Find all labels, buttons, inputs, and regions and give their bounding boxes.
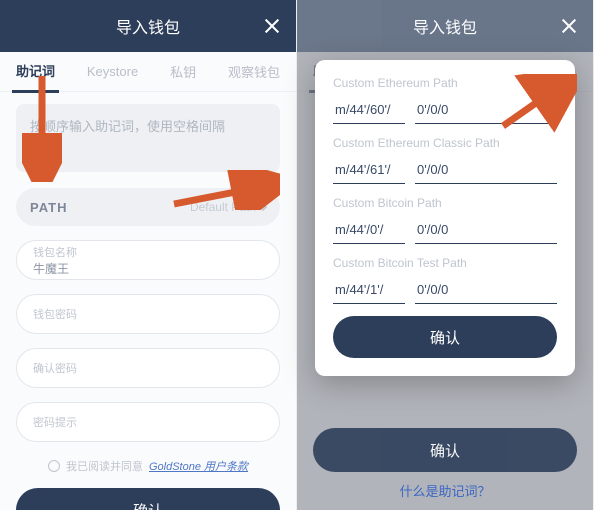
wallet-name-value: 牛魔王 bbox=[33, 260, 263, 277]
mnemonic-input[interactable]: 按顺序输入助记词，使用空格间隔 bbox=[16, 104, 280, 172]
path-selector[interactable]: PATH Default Path bbox=[16, 188, 280, 226]
header: 导入钱包 bbox=[297, 0, 593, 52]
screen-path-modal: 导入钱包 助记词 Keystore 私钥 观察钱包 确认 什么是助记词？ Cus… bbox=[297, 0, 594, 510]
wallet-password-label: 钱包密码 bbox=[33, 306, 263, 322]
tab-privatekey[interactable]: 私钥 bbox=[166, 52, 200, 91]
path-prefix-input[interactable]: m/44'/61'/ bbox=[333, 158, 405, 184]
path-value-text: Default Path bbox=[190, 200, 256, 214]
path-group-etc: Custom Ethereum Classic Path m/44'/61'/ … bbox=[333, 136, 557, 184]
path-modal: Custom Ethereum Path m/44'/60'/ 0'/0/0 C… bbox=[315, 60, 575, 376]
path-title: Custom Bitcoin Test Path bbox=[333, 256, 557, 270]
close-icon[interactable] bbox=[262, 16, 282, 36]
path-label: PATH bbox=[30, 200, 67, 215]
screen-import-wallet: 导入钱包 助记词 Keystore 私钥 观察钱包 按顺序输入助记词，使用空格间… bbox=[0, 0, 297, 510]
path-group-bitcoin: Custom Bitcoin Path m/44'/0'/ 0'/0/0 bbox=[333, 196, 557, 244]
password-hint-label: 密码提示 bbox=[33, 414, 263, 430]
path-suffix-input[interactable]: 0'/0/0 bbox=[415, 218, 557, 244]
terms-link[interactable]: GoldStone 用户条款 bbox=[149, 458, 248, 474]
confirm-password-label: 确认密码 bbox=[33, 360, 263, 376]
close-icon[interactable] bbox=[559, 16, 579, 36]
radio-icon[interactable] bbox=[48, 460, 60, 472]
path-suffix-input[interactable]: 0'/0/0 bbox=[415, 278, 557, 304]
path-group-bitcoin-test: Custom Bitcoin Test Path m/44'/1'/ 0'/0/… bbox=[333, 256, 557, 304]
terms-prefix: 我已阅读并同意 bbox=[66, 458, 143, 474]
path-prefix-input[interactable]: m/44'/1'/ bbox=[333, 278, 405, 304]
path-prefix-input[interactable]: m/44'/0'/ bbox=[333, 218, 405, 244]
confirm-button-bg: 确认 bbox=[313, 428, 577, 472]
terms-row[interactable]: 我已阅读并同意 GoldStone 用户条款 bbox=[16, 458, 280, 474]
wallet-name-field[interactable]: 钱包名称 牛魔王 bbox=[16, 240, 280, 280]
content: 按顺序输入助记词，使用空格间隔 PATH Default Path 钱包名称 牛… bbox=[0, 92, 296, 510]
path-suffix-input[interactable]: 0'/0/0 bbox=[415, 98, 557, 124]
path-group-ethereum: Custom Ethereum Path m/44'/60'/ 0'/0/0 bbox=[333, 76, 557, 124]
page-title: 导入钱包 bbox=[116, 14, 180, 38]
path-title: Custom Ethereum Path bbox=[333, 76, 557, 90]
path-title: Custom Bitcoin Path bbox=[333, 196, 557, 210]
path-prefix-input[interactable]: m/44'/60'/ bbox=[333, 98, 405, 124]
confirm-button[interactable]: 确认 bbox=[16, 488, 280, 510]
path-title: Custom Ethereum Classic Path bbox=[333, 136, 557, 150]
path-suffix-input[interactable]: 0'/0/0 bbox=[415, 158, 557, 184]
help-link-bg: 什么是助记词？ bbox=[297, 481, 593, 500]
password-hint-field[interactable]: 密码提示 bbox=[16, 402, 280, 442]
confirm-password-field[interactable]: 确认密码 bbox=[16, 348, 280, 388]
path-value: Default Path bbox=[190, 200, 266, 214]
tab-mnemonic[interactable]: 助记词 bbox=[12, 51, 59, 93]
wallet-name-label: 钱包名称 bbox=[33, 244, 263, 260]
tab-keystore[interactable]: Keystore bbox=[83, 54, 142, 89]
wallet-password-field[interactable]: 钱包密码 bbox=[16, 294, 280, 334]
tab-bar: 助记词 Keystore 私钥 观察钱包 bbox=[0, 52, 296, 92]
header: 导入钱包 bbox=[0, 0, 296, 52]
page-title: 导入钱包 bbox=[413, 14, 477, 38]
modal-confirm-button[interactable]: 确认 bbox=[333, 316, 557, 358]
chevron-right-icon bbox=[259, 203, 267, 211]
tab-watch[interactable]: 观察钱包 bbox=[224, 52, 284, 91]
